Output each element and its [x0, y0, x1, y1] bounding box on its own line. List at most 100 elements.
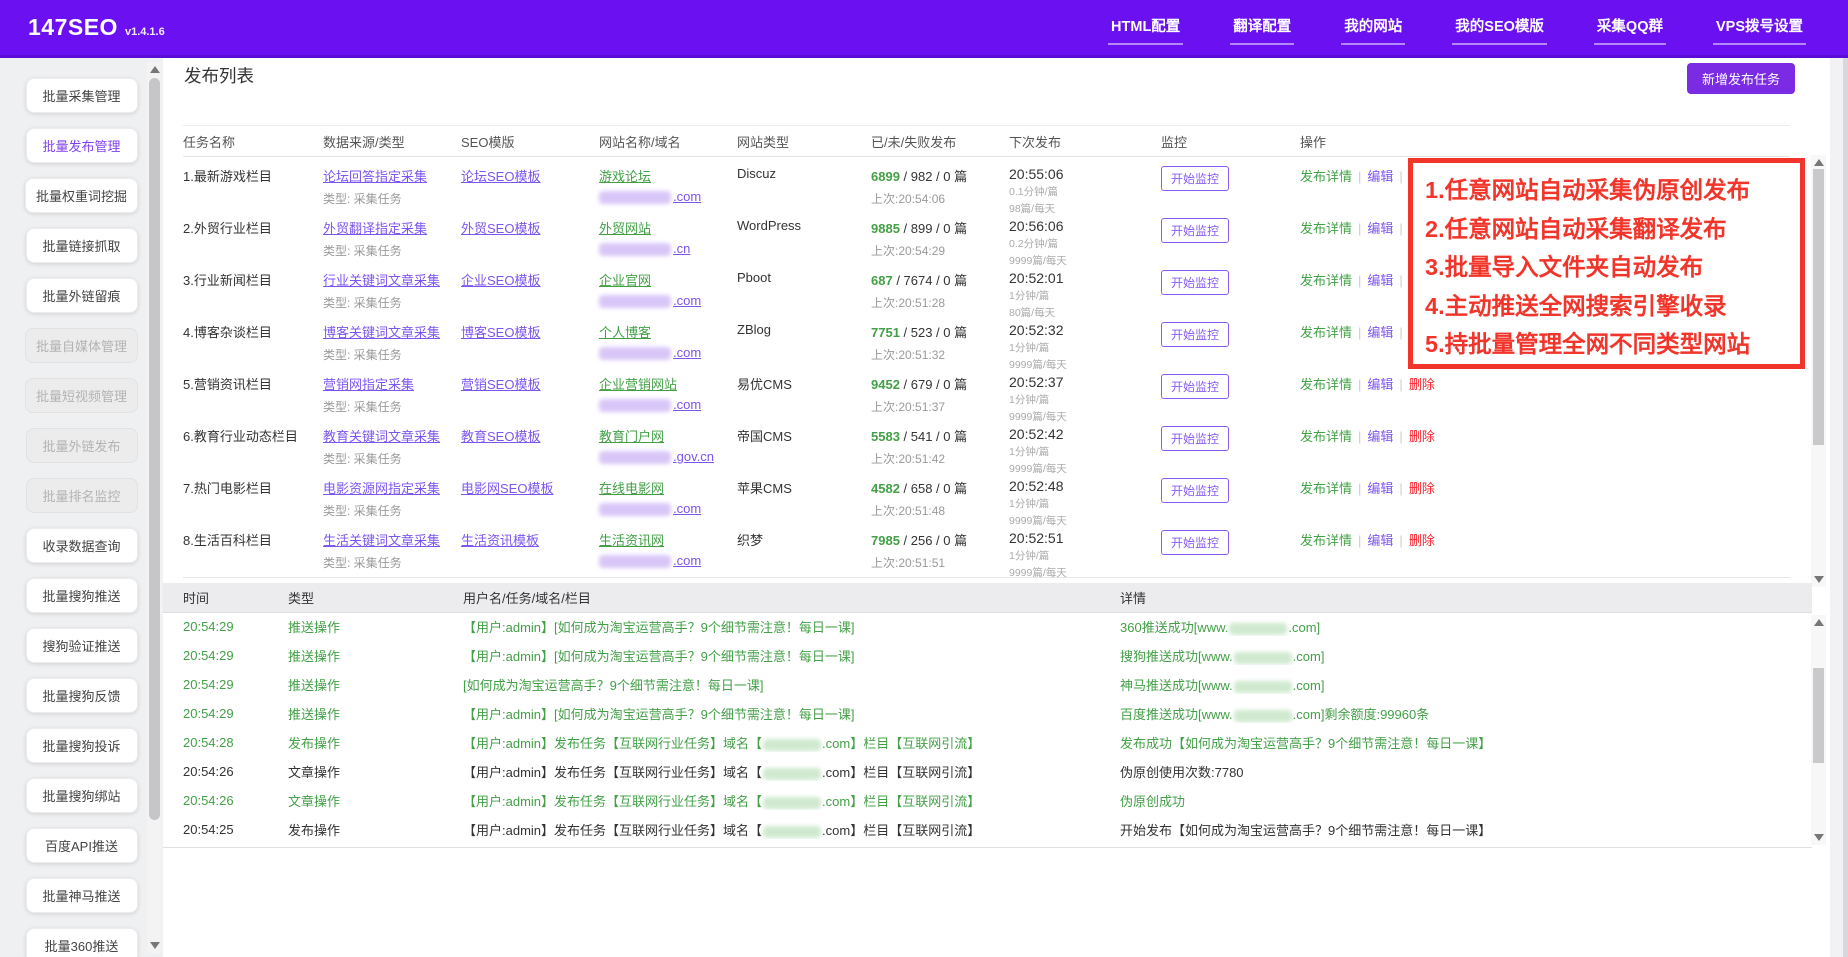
- nav-item-2[interactable]: 我的网站: [1341, 11, 1405, 45]
- task-source-link[interactable]: 外贸翻译指定采集: [323, 221, 427, 236]
- scroll-up-icon[interactable]: [150, 66, 160, 73]
- publish-detail-link[interactable]: 发布详情: [1300, 377, 1352, 392]
- delete-link[interactable]: 删除: [1409, 533, 1435, 548]
- nav-item-4[interactable]: 采集QQ群: [1594, 11, 1666, 45]
- task-table-scrollbar-thumb[interactable]: [1813, 169, 1824, 445]
- seo-template-link[interactable]: 营销SEO模板: [461, 377, 540, 392]
- site-name-link[interactable]: 生活资讯网: [599, 533, 664, 548]
- seo-template-link[interactable]: 教育SEO模板: [461, 429, 540, 444]
- task-source-link[interactable]: 论坛回答指定采集: [323, 169, 427, 184]
- start-monitor-button[interactable]: 开始监控: [1161, 530, 1229, 555]
- seo-template-link[interactable]: 电影网SEO模板: [461, 481, 553, 496]
- edit-link[interactable]: 编辑: [1367, 169, 1393, 184]
- publish-detail-link[interactable]: 发布详情: [1300, 221, 1352, 236]
- task-name: 4.博客杂谈栏目: [183, 322, 323, 341]
- next-publish-time: 20:52:32: [1009, 322, 1161, 338]
- edit-link[interactable]: 编辑: [1367, 429, 1393, 444]
- nav-item-0[interactable]: HTML配置: [1108, 11, 1183, 45]
- task-source-link[interactable]: 营销网指定采集: [323, 377, 414, 392]
- sidebar-item-4[interactable]: 批量外链留痕: [26, 278, 138, 313]
- site-name-link[interactable]: 企业官网: [599, 273, 651, 288]
- log-table-scrollbar-thumb[interactable]: [1813, 668, 1824, 763]
- log-time: 20:54:26: [183, 793, 288, 808]
- edit-link[interactable]: 编辑: [1367, 481, 1393, 496]
- sidebar-item-16[interactable]: 批量神马推送: [26, 878, 138, 913]
- seo-template-link[interactable]: 论坛SEO模板: [461, 169, 540, 184]
- page-scrollbar-gutter[interactable]: [1830, 58, 1848, 957]
- site-name-link[interactable]: 外贸网站: [599, 221, 651, 236]
- sidebar-item-9[interactable]: 收录数据查询: [26, 528, 138, 563]
- seo-template-link[interactable]: 外贸SEO模板: [461, 221, 540, 236]
- task-table-scrollbar[interactable]: [1811, 155, 1826, 587]
- sidebar-item-11[interactable]: 搜狗验证推送: [26, 628, 138, 663]
- seo-template-link[interactable]: 生活资讯模板: [461, 533, 539, 548]
- domain-suffix-link[interactable]: .com: [673, 293, 701, 308]
- publish-detail-link[interactable]: 发布详情: [1300, 429, 1352, 444]
- start-monitor-button[interactable]: 开始监控: [1161, 166, 1229, 191]
- sidebar-scrollbar[interactable]: [147, 62, 162, 953]
- site-name-link[interactable]: 教育门户网: [599, 429, 664, 444]
- log-table-scrollbar[interactable]: [1811, 615, 1826, 845]
- sidebar-scrollbar-thumb[interactable]: [149, 78, 160, 820]
- task-source-link[interactable]: 博客关键词文章采集: [323, 325, 440, 340]
- edit-link[interactable]: 编辑: [1367, 533, 1393, 548]
- scroll-down-icon[interactable]: [150, 942, 160, 949]
- start-monitor-button[interactable]: 开始监控: [1161, 218, 1229, 243]
- delete-link[interactable]: 删除: [1409, 481, 1435, 496]
- edit-link[interactable]: 编辑: [1367, 325, 1393, 340]
- sidebar-item-1[interactable]: 批量发布管理: [26, 128, 138, 163]
- publish-detail-link[interactable]: 发布详情: [1300, 169, 1352, 184]
- log-row: 20:54:26 文章操作 【用户:admin】发布任务【互联网行业任务】域名【…: [183, 786, 1812, 815]
- delete-link[interactable]: 删除: [1409, 377, 1435, 392]
- sidebar-item-3[interactable]: 批量链接抓取: [26, 228, 138, 263]
- domain-suffix-link[interactable]: .com: [673, 553, 701, 568]
- task-source-link[interactable]: 教育关键词文章采集: [323, 429, 440, 444]
- publish-detail-link[interactable]: 发布详情: [1300, 481, 1352, 496]
- domain-suffix-link[interactable]: .com: [673, 189, 701, 204]
- sidebar-item-0[interactable]: 批量采集管理: [26, 78, 138, 113]
- edit-link[interactable]: 编辑: [1367, 273, 1393, 288]
- domain-suffix-link[interactable]: .cn: [673, 241, 690, 256]
- nav-item-3[interactable]: 我的SEO模版: [1452, 11, 1547, 45]
- sidebar-item-2[interactable]: 批量权重词挖掘: [25, 178, 138, 213]
- domain-suffix-link[interactable]: .com: [673, 397, 701, 412]
- task-source-link[interactable]: 行业关键词文章采集: [323, 273, 440, 288]
- scroll-down-icon[interactable]: [1814, 576, 1824, 583]
- nav-item-1[interactable]: 翻译配置: [1230, 11, 1294, 45]
- site-name-link[interactable]: 游戏论坛: [599, 169, 651, 184]
- domain-suffix-link[interactable]: .gov.cn: [673, 449, 714, 464]
- task-source-link[interactable]: 电影资源网指定采集: [323, 481, 440, 496]
- publish-detail-link[interactable]: 发布详情: [1300, 325, 1352, 340]
- delete-link[interactable]: 删除: [1409, 429, 1435, 444]
- edit-link[interactable]: 编辑: [1367, 221, 1393, 236]
- domain-suffix-link[interactable]: .com: [673, 345, 701, 360]
- sidebar-item-10[interactable]: 批量搜狗推送: [26, 578, 138, 613]
- sidebar-item-17[interactable]: 批量360推送: [26, 928, 138, 957]
- cms-type: Pboot: [737, 270, 871, 285]
- start-monitor-button[interactable]: 开始监控: [1161, 426, 1229, 451]
- seo-template-link[interactable]: 博客SEO模板: [461, 325, 540, 340]
- task-source-link[interactable]: 生活关键词文章采集: [323, 533, 440, 548]
- sidebar-item-14[interactable]: 批量搜狗绑站: [26, 778, 138, 813]
- published-count: 4582: [871, 481, 900, 496]
- seo-template-link[interactable]: 企业SEO模板: [461, 273, 540, 288]
- publish-detail-link[interactable]: 发布详情: [1300, 533, 1352, 548]
- nav-item-5[interactable]: VPS拨号设置: [1713, 11, 1806, 45]
- sidebar-item-15[interactable]: 百度API推送: [26, 828, 138, 863]
- scroll-up-icon[interactable]: [1814, 159, 1824, 166]
- start-monitor-button[interactable]: 开始监控: [1161, 478, 1229, 503]
- site-name-link[interactable]: 在线电影网: [599, 481, 664, 496]
- scroll-up-icon[interactable]: [1814, 619, 1824, 626]
- start-monitor-button[interactable]: 开始监控: [1161, 322, 1229, 347]
- start-monitor-button[interactable]: 开始监控: [1161, 270, 1229, 295]
- start-monitor-button[interactable]: 开始监控: [1161, 374, 1229, 399]
- scroll-down-icon[interactable]: [1814, 834, 1824, 841]
- site-name-link[interactable]: 个人博客: [599, 325, 651, 340]
- sidebar-item-12[interactable]: 批量搜狗反馈: [26, 678, 138, 713]
- publish-detail-link[interactable]: 发布详情: [1300, 273, 1352, 288]
- site-name-link[interactable]: 企业营销网站: [599, 377, 677, 392]
- add-publish-task-button[interactable]: 新增发布任务: [1687, 63, 1795, 94]
- edit-link[interactable]: 编辑: [1367, 377, 1393, 392]
- domain-suffix-link[interactable]: .com: [673, 501, 701, 516]
- sidebar-item-13[interactable]: 批量搜狗投诉: [26, 728, 138, 763]
